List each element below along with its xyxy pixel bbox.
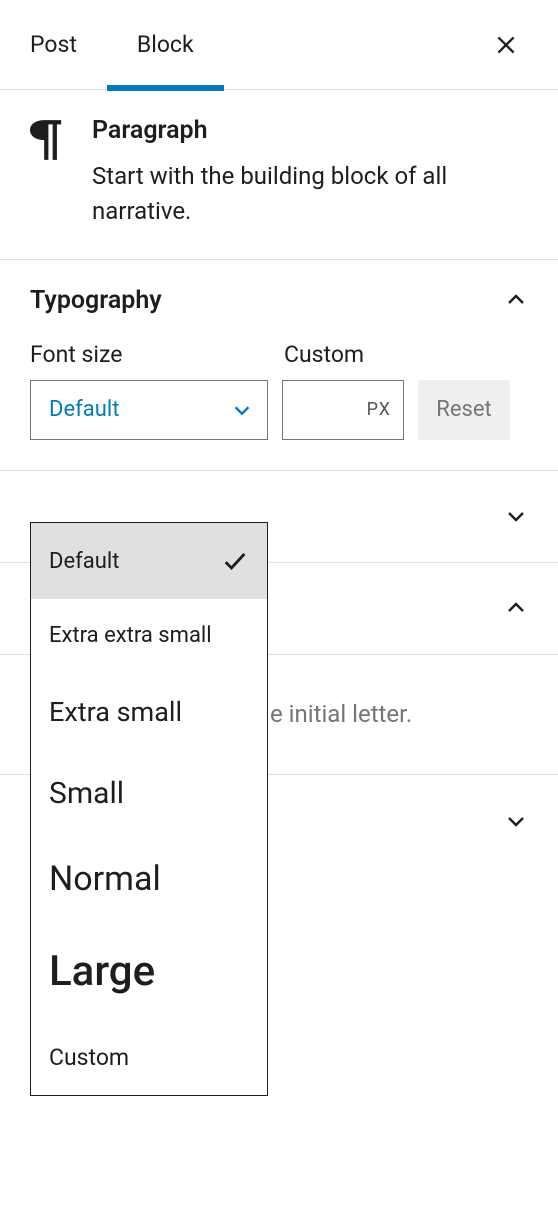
chevron-down-icon — [504, 504, 528, 528]
font-size-option-lg[interactable]: Large — [31, 923, 267, 1020]
font-size-option-nm[interactable]: Normal — [31, 835, 267, 923]
option-label: Normal — [49, 859, 161, 899]
option-label: Extra extra small — [49, 623, 212, 648]
font-size-dropdown: Default Extra extra small Extra small Sm… — [30, 522, 268, 1096]
reset-button[interactable]: Reset — [418, 380, 510, 440]
block-description: Start with the building block of all nar… — [92, 159, 528, 229]
typography-title: Typography — [30, 286, 162, 315]
typography-header[interactable]: Typography — [0, 260, 558, 341]
font-size-option-xs[interactable]: Extra small — [31, 672, 267, 752]
font-size-option-custom[interactable]: Custom — [31, 1020, 267, 1095]
font-size-selected: Default — [49, 397, 119, 422]
tab-post-label: Post — [30, 31, 77, 58]
settings-tabs: Post Block — [0, 0, 558, 90]
custom-label: Custom — [284, 341, 406, 368]
option-label: Custom — [49, 1044, 129, 1071]
font-size-option-default[interactable]: Default — [31, 523, 267, 599]
custom-size-input[interactable]: PX — [282, 380, 404, 440]
font-size-option-xxs[interactable]: Extra extra small — [31, 599, 267, 672]
custom-size-unit: PX — [367, 399, 391, 420]
close-panel-button[interactable] — [486, 25, 526, 65]
close-icon — [493, 32, 519, 58]
check-icon — [221, 547, 249, 575]
chevron-down-icon — [504, 809, 528, 833]
chevron-up-icon — [504, 596, 528, 620]
tab-block[interactable]: Block — [107, 0, 224, 90]
option-label: Extra small — [49, 696, 182, 728]
paragraph-icon — [30, 116, 70, 229]
tab-block-label: Block — [137, 31, 194, 58]
reset-label: Reset — [436, 397, 491, 422]
font-size-select[interactable]: Default — [30, 380, 268, 440]
font-size-option-sm[interactable]: Small — [31, 752, 267, 835]
option-label: Small — [49, 776, 124, 811]
chevron-up-icon — [504, 288, 528, 312]
font-size-label: Font size — [30, 341, 268, 368]
option-label: Default — [49, 549, 119, 574]
block-header: Paragraph Start with the building block … — [0, 90, 558, 260]
block-title: Paragraph — [92, 116, 528, 145]
chevron-down-icon — [231, 399, 253, 421]
option-label: Large — [49, 947, 155, 996]
tab-post[interactable]: Post — [0, 0, 107, 90]
typography-section: Typography Font size Custom Default PX — [0, 260, 558, 471]
